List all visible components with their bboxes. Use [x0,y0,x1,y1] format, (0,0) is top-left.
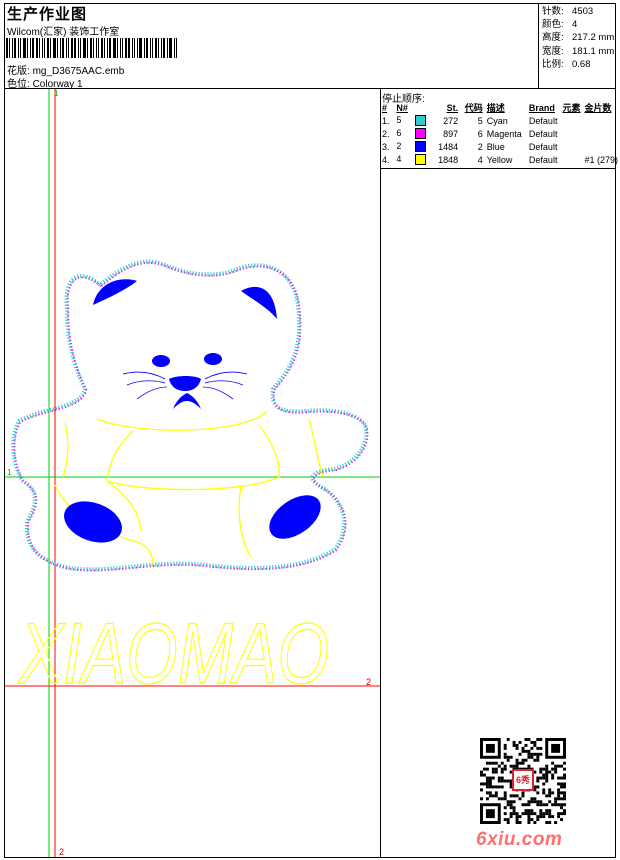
color-swatch [415,154,427,166]
stop-cell-stitches: 1484 [438,141,459,152]
color-swatch [415,141,427,153]
stop-cell-brand: Default [528,115,558,126]
stop-row: 2. 6 897 6 Magenta Default [380,127,620,140]
colorway-row: 色位: Colorway 1 [7,75,83,90]
bear-right-paw-pad [269,495,321,539]
col-element: 元素 [562,103,581,113]
stop-cell-description: Blue [486,141,505,152]
stop-cell-sequins [582,140,620,153]
needle-number: 6 [396,127,402,138]
needle-number: 5 [396,114,402,125]
col-brand: Brand [528,102,555,113]
design-lettering: XIAOMAO [17,606,329,702]
stop-sequence-table: # N# St. 代码 描述 Brand 元素 金片数 1. 5 272 5 Cyan D… [380,101,620,166]
guide-label-top: 1 [54,89,59,98]
stat-stitches: 针数: 4503 [542,6,594,17]
stop-cell-needle: 4 [394,153,432,166]
stop-cell-element [560,153,582,166]
design-stats: 针数: 4503 颜色: 4 高度: 217.2 mm 宽度: 181.1 mm 比例:… [542,5,614,71]
stop-cell-description: Magenta [486,128,522,139]
col-stitches: St. [446,102,459,113]
stop-row: 3. 2 1484 2 Blue Default [380,140,620,153]
stop-cell-description: Cyan [486,115,508,126]
stop-cell-sequins [582,127,620,140]
bear-mouth [173,393,201,409]
barcode [6,38,184,58]
stop-cell-code: 5 [477,115,483,126]
stop-cell-sequins: #1 (279) [584,154,618,165]
stop-cell-brand: Default [528,128,558,139]
col-code: 代码 [464,103,483,113]
bear-right-eye [204,353,222,365]
stop-cell-needle: 5 [394,114,432,127]
stop-row: 1. 5 272 5 Cyan Default [380,114,620,127]
stop-cell-code: 4 [477,154,483,165]
bear-body-lines [54,410,324,568]
col-index: # [382,102,388,113]
stat-colors: 颜色: 4 [542,19,578,31]
guide-label-right: 2 [366,677,371,687]
stop-row: 4. 4 1848 4 Yellow Default #1 (279) [380,153,620,166]
stop-cell-index: 1. [382,115,390,126]
stop-cell-code: 2 [477,141,483,152]
stop-cell-element [560,127,582,140]
color-swatch [415,115,427,127]
guide-label-left: 1 [7,468,12,477]
stop-cell-index: 3. [382,141,390,152]
col-description: 描述 [486,103,505,113]
bear-left-paw-pad [64,501,122,543]
stop-cell-element [560,114,582,127]
stop-cell-sequins [582,114,620,127]
col-needle: N# [396,102,408,113]
stops-table-divider [380,168,616,169]
bear-outline [11,259,369,572]
stop-cell-stitches: 897 [443,128,459,139]
guide-label-bottom: 2 [59,847,64,857]
stats-divider [538,3,539,88]
stat-width: 宽度: 181.1 mm [542,45,615,57]
stop-cell-needle: 6 [394,127,432,140]
stop-cell-brand: Default [528,154,558,165]
stop-cell-needle: 2 [394,140,432,153]
stop-cell-brand: Default [528,141,558,152]
stop-cell-index: 4. [382,154,390,165]
site-watermark: 6xiu.com [476,829,563,850]
stop-cell-element [560,140,582,153]
company-name: Wilcom(汇家) 装饰工作室 [7,27,120,38]
page-title: 生产作业图 [7,6,88,23]
stat-height: 高度: 217.2 mm [542,32,615,44]
col-sequins: 金片数 [584,103,612,113]
color-swatch [415,128,427,140]
bear-nose [169,376,201,391]
stop-cell-stitches: 272 [443,115,459,126]
stat-scale: 比例: 0.68 [542,58,591,70]
needle-number: 4 [396,153,402,164]
bear-right-ear [241,286,277,319]
stop-cell-code: 6 [477,128,483,139]
needle-number: 2 [396,140,402,151]
stop-cell-index: 2. [382,128,390,139]
bear-left-eye [152,355,170,367]
seal-stamp: 6秀 [512,769,534,791]
stop-cell-description: Yellow [486,154,513,165]
design-panel-divider [380,88,381,858]
stop-cell-stitches: 1848 [438,154,459,165]
embroidery-design-canvas: 1 1 2 2 XIAOMAO [5,89,380,857]
